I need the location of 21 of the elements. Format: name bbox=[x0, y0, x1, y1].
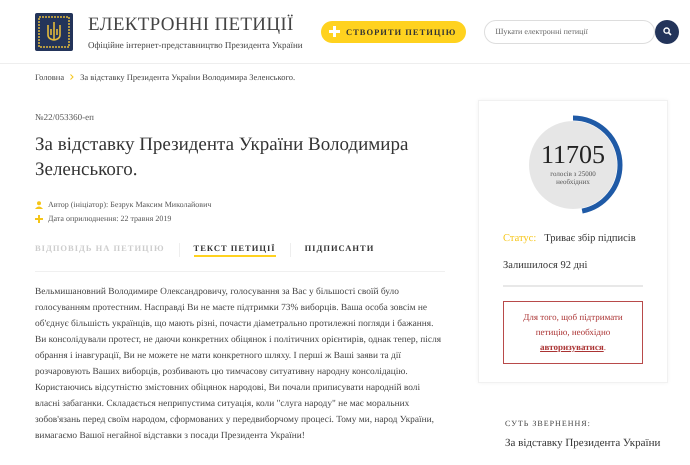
login-notice: Для того, щоб підтримати петицію, необхідно авторизуватися. bbox=[503, 301, 643, 364]
tab[interactable]: ПІДПИСАНТИ bbox=[304, 243, 374, 257]
petition-number: №22/053360-еп bbox=[35, 112, 95, 122]
create-petition-button[interactable]: СТВОРИТИ ПЕТИЦІЮ bbox=[321, 20, 466, 42]
site-subtitle: Офіційне інтернет-представництво Президента України bbox=[88, 40, 304, 50]
petition-text: Вельмишановний Володимире Олександровичу, голосування за Вас у більшості своїй було голосуванням протестним. Насправді Ви не маєте підтримки 73% виборців. Ваша особа зовсім не об'єднує більшість українців, що мають різні, почасти діаметрально протилежні погляди і бажання. Ви консолідували протест, не даючи конкретних обіцянок і політичних орієнтирів, однак тепер, після обрання і інавгурації, Ви не можете не мати конкретного шляху. І перші ж Ваші заяви та дії розчаровують Ваших виборців, розбивають цю тимчасову ситуативну народну консолідацію. Користаючись відсутністю змістовних обіцянок народові, Ви почали приписувати народній волі власні забаганки. Складається неприпустима ситуація, коли "слуга народу" не має моральних зобов'язань перед своїм народом, сформованих у передвиборчому процесі. Тому ми, народ України, вимагаємо Вашої негайної відставки з посади Президента України! bbox=[35, 286, 442, 443]
tab[interactable]: ТЕКСТ ПЕТИЦІЇ bbox=[194, 243, 276, 257]
meta-text: Дата оприлюднення: 22 травня 2019 bbox=[48, 214, 172, 223]
status-label: Статус: bbox=[503, 233, 536, 244]
petition-title: За відставку Президента України Володимира Зеленського. bbox=[35, 133, 410, 182]
login-link[interactable]: авторизуватися bbox=[540, 342, 604, 352]
vote-count: 11705 bbox=[540, 142, 606, 168]
essence-text: За відставку Президента України bbox=[505, 437, 662, 449]
status-text: Триває збір підписів bbox=[544, 233, 636, 244]
breadcrumb-link[interactable]: Головна bbox=[35, 72, 64, 82]
breadcrumb-link[interactable]: За відставку Президента України Володимира Зеленського. bbox=[80, 72, 296, 82]
search-field[interactable]: Шукати електронні петиції bbox=[484, 20, 656, 44]
meta-text: Автор (ініціатор): Безрук Максим Миколайович bbox=[48, 200, 212, 209]
days-remaining: Залишилося 92 дні bbox=[503, 260, 643, 287]
essence-label: СУТЬ ЗВЕРНЕННЯ: bbox=[505, 419, 592, 428]
site-title: ЕЛЕКТРОННІ ПЕТИЦІЇ bbox=[88, 14, 295, 36]
